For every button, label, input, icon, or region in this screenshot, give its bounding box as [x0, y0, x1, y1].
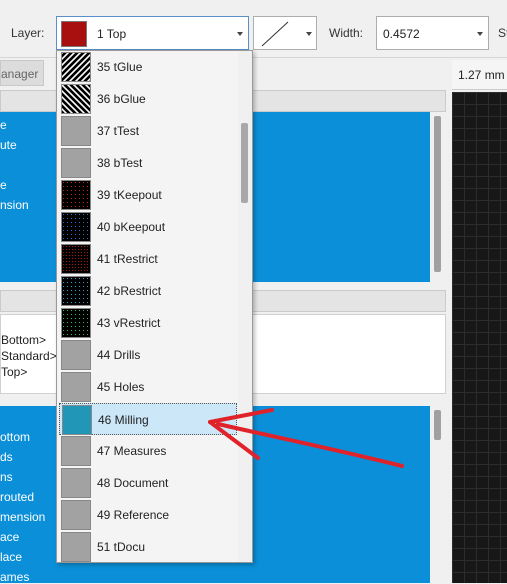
layer-swatch-icon [61, 500, 91, 530]
tab-manager-label: anager [1, 67, 39, 81]
list-item[interactable]: ute [0, 138, 17, 152]
layer-swatch-icon [61, 468, 91, 498]
scrollbar-thumb[interactable] [241, 123, 248, 203]
layer-option-label: 48 Document [97, 476, 169, 490]
layer-option-label: 40 bKeepout [97, 220, 166, 234]
chevron-down-icon[interactable] [237, 32, 243, 36]
layer-option-label: 51 tDocu [97, 540, 146, 554]
layer-swatch-icon [61, 308, 91, 338]
list-item[interactable]: ds [0, 450, 13, 464]
list-item[interactable]: mension [0, 510, 45, 524]
layer-option[interactable]: 36 bGlue [59, 83, 237, 115]
list-item[interactable]: ottom [0, 430, 30, 444]
layer-label: Layer: [11, 26, 45, 40]
layer-swatch-icon [61, 212, 91, 242]
scrollbar-thumb[interactable] [434, 116, 441, 272]
layer-swatch-icon [61, 116, 91, 146]
grid-unit-label: 1.27 mm [458, 68, 505, 82]
wire-style-combobox[interactable] [253, 16, 317, 50]
layer-option-label: 35 tGlue [97, 60, 143, 74]
layer-option-label: 42 bRestrict [97, 284, 162, 298]
list-item[interactable]: Bottom> [1, 333, 46, 347]
layer-option[interactable]: 42 bRestrict [59, 275, 237, 307]
layer-swatch-icon [61, 52, 91, 82]
layer-option[interactable]: 41 tRestrict [59, 243, 237, 275]
top-panel-scrollbar[interactable] [430, 112, 446, 282]
layer-swatch-icon [61, 148, 91, 178]
layer-swatch-icon [62, 405, 92, 435]
layer-color-swatch [61, 21, 87, 47]
list-item[interactable]: Top> [1, 365, 27, 379]
layer-option-label: 41 tRestrict [97, 252, 158, 266]
layer-option-label: 45 Holes [97, 380, 145, 394]
layer-option[interactable]: 46 Milling [59, 403, 237, 435]
diagonal-line-icon [261, 21, 289, 47]
layer-combobox-value: 1 Top [97, 27, 127, 41]
layer-swatch-icon [61, 436, 91, 466]
tab-manager[interactable]: anager [0, 60, 44, 86]
width-label: Width: [329, 26, 364, 40]
layer-swatch-icon [61, 244, 91, 274]
layer-swatch-icon [61, 276, 91, 306]
layer-swatch-icon [61, 340, 91, 370]
layout-canvas[interactable] [452, 92, 507, 583]
layer-option-label: 43 vRestrict [97, 316, 161, 330]
bottom-panel-scrollbar[interactable] [430, 406, 446, 583]
layer-option[interactable]: 37 tTest [59, 115, 237, 147]
layer-option-label: 46 Milling [98, 413, 149, 427]
layer-swatch-icon [61, 180, 91, 210]
chevron-down-icon[interactable] [477, 32, 483, 36]
list-item[interactable]: nsion [0, 198, 29, 212]
layer-option-label: 49 Reference [97, 508, 170, 522]
list-item[interactable]: lace [0, 550, 22, 564]
style-label-truncated: St [498, 26, 507, 40]
layer-option[interactable]: 49 Reference [59, 499, 237, 531]
layer-option[interactable]: 51 tDocu [59, 531, 237, 562]
layer-option[interactable]: 48 Document [59, 467, 237, 499]
grid-unit-header: 1.27 mm [452, 60, 507, 90]
layer-option[interactable]: 40 bKeepout [59, 211, 237, 243]
layer-combobox[interactable]: 1 Top [56, 16, 249, 50]
layer-swatch-icon [61, 84, 91, 114]
layer-option-label: 44 Drills [97, 348, 141, 362]
list-item[interactable]: ace [0, 530, 19, 544]
layer-swatch-icon [61, 372, 91, 402]
list-item[interactable]: e [0, 178, 7, 192]
list-item[interactable]: routed [0, 490, 34, 504]
scrollbar-thumb[interactable] [434, 410, 441, 440]
layer-option[interactable]: 38 bTest [59, 147, 237, 179]
layer-option[interactable]: 43 vRestrict [59, 307, 237, 339]
list-item[interactable]: ames [0, 570, 29, 584]
dropdown-scrollbar[interactable] [238, 51, 252, 562]
layer-option-label: 39 tKeepout [97, 188, 162, 202]
width-input-value: 0.4572 [383, 27, 420, 41]
list-item[interactable]: Standard> [1, 349, 57, 363]
layer-dropdown-list[interactable]: 35 tGlue 36 bGlue 37 tTest 38 bTest 39 tKeep… [56, 50, 253, 563]
layer-option-label: 38 bTest [97, 156, 143, 170]
chevron-down-icon[interactable] [306, 32, 312, 36]
layer-option-label: 47 Measures [97, 444, 167, 458]
layer-option[interactable]: 44 Drills [59, 339, 237, 371]
layer-swatch-icon [61, 532, 91, 562]
list-item[interactable]: ns [0, 470, 13, 484]
list-item[interactable]: e [0, 118, 7, 132]
layer-option-label: 36 bGlue [97, 92, 146, 106]
width-input[interactable]: 0.4572 [376, 16, 489, 50]
layer-option[interactable]: 39 tKeepout [59, 179, 237, 211]
layer-option[interactable]: 35 tGlue [59, 51, 237, 83]
layer-option[interactable]: 45 Holes [59, 371, 237, 403]
layer-option-label: 37 tTest [97, 124, 140, 138]
layer-option[interactable]: 47 Measures [59, 435, 237, 467]
